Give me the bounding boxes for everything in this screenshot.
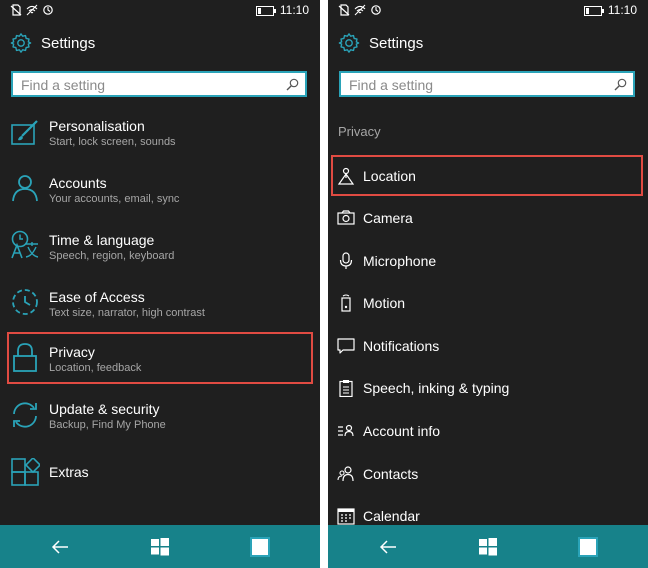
wifi-icon	[26, 4, 38, 16]
windows-start-icon[interactable]	[150, 537, 170, 557]
settings-item-subtitle: Start, lock screen, sounds	[49, 136, 176, 148]
privacy-item-notifications[interactable]: Notifications	[328, 330, 648, 360]
search-input[interactable]: Find a setting	[339, 71, 635, 97]
motion-icon	[341, 294, 351, 312]
search-placeholder: Find a setting	[21, 77, 106, 93]
privacy-item-account-info[interactable]: Account info	[328, 415, 648, 445]
microphone-icon	[339, 252, 353, 269]
location-highlight-box	[331, 155, 643, 196]
person-icon	[12, 175, 38, 202]
sync-icon	[13, 402, 37, 428]
wifi-icon	[354, 4, 366, 16]
camera-icon	[337, 210, 355, 225]
page-header: Settings	[10, 31, 95, 55]
privacy-item-label: Camera	[363, 210, 413, 226]
settings-item-time-language[interactable]: Time & language Speech, region, keyboard	[0, 230, 320, 280]
extras-icon	[11, 458, 40, 486]
settings-item-subtitle: Text size, narrator, high contrast	[49, 307, 205, 319]
privacy-item-label: Motion	[363, 295, 406, 311]
settings-item-update-security[interactable]: Update & security Backup, Find My Phone	[0, 401, 320, 451]
settings-item-label: Personalisation	[49, 118, 145, 134]
battery-icon	[256, 6, 276, 16]
privacy-item-label: Account info	[363, 423, 441, 439]
clipboard-icon	[339, 380, 353, 397]
clock: 11:10	[607, 3, 637, 17]
time-language-icon	[11, 230, 39, 259]
settings-item-accounts[interactable]: Accounts Your accounts, email, sync	[0, 173, 320, 223]
settings-item-label: Time & language	[49, 232, 155, 248]
account-info-icon	[338, 424, 354, 437]
gear-icon	[338, 33, 360, 53]
page-header: Settings	[338, 31, 423, 55]
personalisation-icon	[11, 120, 38, 145]
privacy-item-label: Calendar	[363, 508, 420, 524]
windows-start-icon[interactable]	[478, 537, 498, 557]
search-icon[interactable]	[250, 537, 270, 557]
privacy-item-motion[interactable]: Motion	[328, 287, 648, 317]
privacy-item-speech-inking-typing[interactable]: Speech, inking & typing	[328, 372, 648, 402]
settings-item-personalisation[interactable]: Personalisation Start, lock screen, soun…	[0, 116, 320, 166]
privacy-item-label: Notifications	[363, 338, 440, 354]
back-arrow-icon[interactable]	[378, 537, 398, 557]
settings-screen: 11:10 Settings Find a setting Personalis…	[0, 0, 320, 568]
status-bar: 11:10	[0, 0, 320, 24]
privacy-item-camera[interactable]: Camera	[328, 202, 648, 232]
settings-item-label: Update & security	[49, 401, 160, 417]
privacy-item-contacts[interactable]: Contacts	[328, 458, 648, 488]
quiet-hours-icon	[371, 5, 381, 15]
settings-item-subtitle: Backup, Find My Phone	[49, 419, 166, 431]
ease-of-access-icon	[12, 289, 38, 315]
settings-item-subtitle: Speech, region, keyboard	[49, 250, 175, 262]
nav-bar	[0, 525, 320, 568]
back-arrow-icon[interactable]	[50, 537, 70, 557]
privacy-item-label: Speech, inking & typing	[363, 380, 510, 396]
no-sim-icon	[338, 4, 350, 16]
settings-item-subtitle: Your accounts, email, sync	[49, 193, 180, 205]
settings-item-label: Ease of Access	[49, 289, 145, 305]
privacy-screen: 11:10 Settings Find a setting Privacy Lo…	[328, 0, 648, 568]
privacy-item-label: Microphone	[363, 253, 437, 269]
gear-icon	[10, 33, 32, 53]
privacy-highlight-box	[7, 332, 313, 384]
contacts-icon	[337, 466, 354, 482]
search-icon[interactable]	[286, 78, 299, 91]
search-icon[interactable]	[614, 78, 627, 91]
search-input[interactable]: Find a setting	[11, 71, 307, 97]
settings-item-extras[interactable]: Extras	[0, 458, 320, 498]
search-icon[interactable]	[578, 537, 598, 557]
settings-item-label: Accounts	[49, 175, 107, 191]
section-title: Privacy	[338, 124, 381, 139]
nav-bar	[328, 525, 648, 568]
settings-item-ease-of-access[interactable]: Ease of Access Text size, narrator, high…	[0, 287, 320, 337]
page-title: Settings	[41, 34, 96, 52]
calendar-icon	[337, 508, 355, 525]
settings-item-label: Extras	[49, 464, 89, 480]
clock: 11:10	[279, 3, 309, 17]
quiet-hours-icon	[43, 5, 53, 15]
battery-icon	[584, 6, 604, 16]
privacy-item-microphone[interactable]: Microphone	[328, 245, 648, 275]
search-placeholder: Find a setting	[349, 77, 434, 93]
notifications-icon	[337, 338, 355, 354]
status-bar: 11:10	[328, 0, 648, 24]
page-title: Settings	[369, 34, 424, 52]
no-sim-icon	[10, 4, 22, 16]
privacy-item-label: Contacts	[363, 466, 419, 482]
